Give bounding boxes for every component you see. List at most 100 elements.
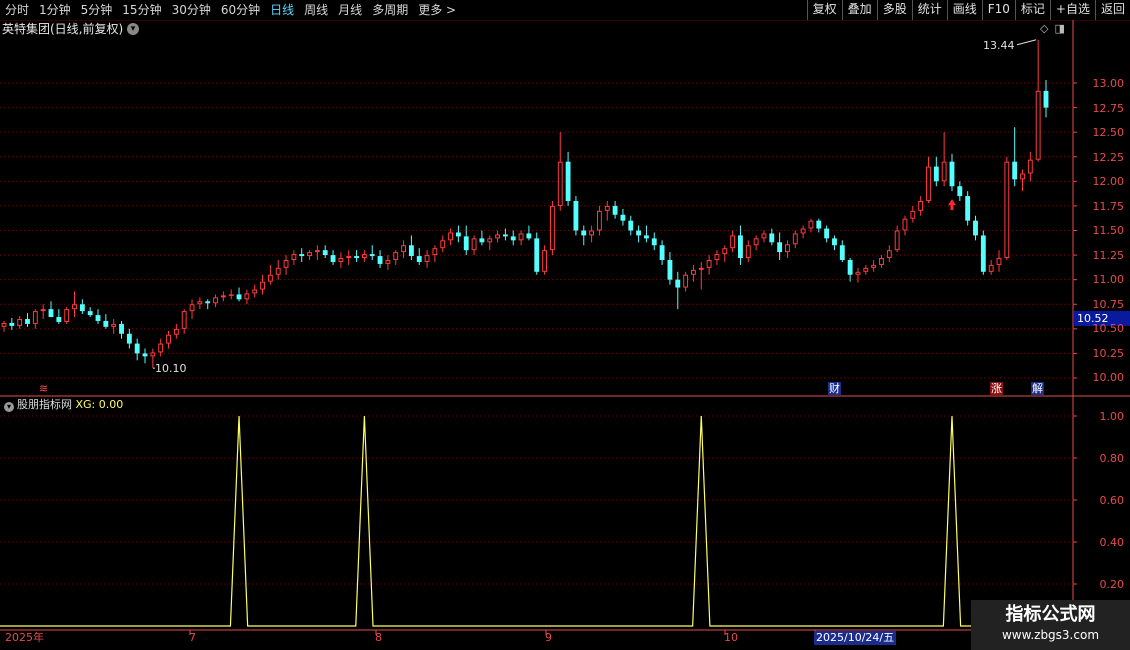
candle-body-up <box>220 295 226 298</box>
candle-body-down <box>980 235 986 272</box>
candle-body-down <box>56 317 62 322</box>
candle-body-up <box>996 258 1002 265</box>
candle-body-down <box>330 255 336 262</box>
candle-body-down <box>25 319 30 324</box>
candle-body-up <box>683 274 689 288</box>
candle-body-up <box>918 201 924 211</box>
candle-body-up <box>549 205 555 251</box>
candle-body-down <box>534 238 540 272</box>
candle-body-down <box>839 245 845 260</box>
unlock-marker[interactable]: 解 <box>1031 382 1044 395</box>
candle-body-up <box>448 232 454 241</box>
candle-body-down <box>377 256 383 264</box>
window-toggle-icon[interactable]: ◨ <box>1054 22 1064 36</box>
candle-body-up <box>291 254 297 261</box>
candle-body-down <box>628 220 634 231</box>
candle-body-down <box>565 161 571 201</box>
candle-body-down <box>667 260 673 280</box>
candle-body-down <box>510 236 516 241</box>
indicator-tick: 1.00 <box>1099 410 1125 423</box>
candle-body-up <box>596 210 602 231</box>
candle-body-up <box>213 297 218 304</box>
candle-body-up <box>1020 173 1025 180</box>
price-tick: 10.00 <box>1092 371 1125 384</box>
candle-body-down <box>1012 161 1018 180</box>
date-label: 10 <box>724 631 738 644</box>
candle-body-down <box>526 233 532 239</box>
candle-body-down <box>847 260 853 275</box>
candle-body-up <box>197 301 203 305</box>
candle-body-up <box>471 238 477 251</box>
chevron-down-icon[interactable]: ▾ <box>4 402 14 412</box>
high-price-label: 13.44 <box>983 39 1015 52</box>
xg-signal-line <box>0 415 1072 627</box>
candle-body-up <box>792 233 798 245</box>
candle-body-down <box>957 186 963 197</box>
finance-marker[interactable]: 财 <box>828 382 841 395</box>
candle-body-down <box>933 166 939 182</box>
candle-body-down <box>620 214 626 221</box>
up-arrow-icon <box>947 199 956 211</box>
candle-body-up <box>283 260 289 268</box>
candle-body-up <box>17 319 23 326</box>
low-price-label: 10.10 <box>155 362 187 375</box>
candle-body-up <box>604 205 610 211</box>
candle-body-up <box>40 309 46 312</box>
candle-body-down <box>455 232 461 237</box>
watermark-url: www.zbgs3.com <box>1001 628 1100 642</box>
candle-body-down <box>675 279 681 288</box>
event-marker-icon[interactable]: ≋ <box>38 382 49 395</box>
price-tick: 10.25 <box>1092 347 1125 360</box>
candle-body-up <box>706 260 712 268</box>
candle-body-up <box>166 334 171 344</box>
indicator-tick: 0.20 <box>1099 578 1125 591</box>
date-label: 9 <box>545 631 552 644</box>
indicator-tick: 0.80 <box>1099 452 1125 465</box>
price-tick: 12.75 <box>1092 102 1125 115</box>
watermark-title: 指标公式网 <box>1005 604 1096 625</box>
candle-body-up <box>267 274 273 282</box>
candle-body-up <box>761 233 767 239</box>
candle-body-down <box>965 196 971 221</box>
price-tick: 11.50 <box>1092 224 1125 237</box>
candle-body-up <box>32 311 38 324</box>
candle-body-down <box>949 161 955 187</box>
candle-body-up <box>401 245 406 253</box>
candle-body-up <box>910 210 916 219</box>
indicator-name: 股朋指标网 <box>17 398 72 411</box>
candle-body-down <box>9 322 15 326</box>
chevron-down-icon[interactable]: ▾ <box>127 23 139 35</box>
candle-body-up <box>173 328 179 335</box>
candle-body-down <box>651 238 657 246</box>
candle-body-up <box>894 230 900 251</box>
candle-body-up <box>1027 159 1033 174</box>
candle-body-down <box>581 230 587 236</box>
candle-body-up <box>228 294 234 296</box>
indicator-tick: 0.40 <box>1099 536 1125 549</box>
diamond-icon[interactable]: ◇ <box>1040 22 1048 36</box>
candle-body-down <box>1043 90 1049 108</box>
candle-body-up <box>307 252 312 257</box>
candle-body-down <box>103 320 109 327</box>
date-label: 2025年 <box>5 631 44 644</box>
candle-body-up <box>424 255 430 262</box>
candle-body-down <box>134 343 140 354</box>
limit-up-marker[interactable]: 涨 <box>990 382 1003 395</box>
candle-body-up <box>714 254 720 261</box>
selected-date: 2025/10/24/五 <box>814 631 897 645</box>
kline-chart[interactable] <box>0 0 1130 650</box>
candle-body-up <box>855 271 861 275</box>
candle-body-up <box>150 352 156 357</box>
candle-body-down <box>236 294 242 300</box>
price-tick: 10.50 <box>1092 322 1125 335</box>
candle-body-down <box>816 220 822 229</box>
candle-body-up <box>557 161 563 206</box>
candle-body-down <box>463 236 469 251</box>
watermark: 指标公式网 www.zbgs3.com <box>971 600 1130 650</box>
candle-body-down <box>408 245 414 257</box>
candle-body-up <box>252 289 258 294</box>
candle-body-up <box>495 234 501 239</box>
candle-body-down <box>126 333 132 344</box>
candle-body-up <box>260 281 265 290</box>
indicator-title: ▾ 股朋指标网 XG: 0.00 <box>4 398 123 412</box>
